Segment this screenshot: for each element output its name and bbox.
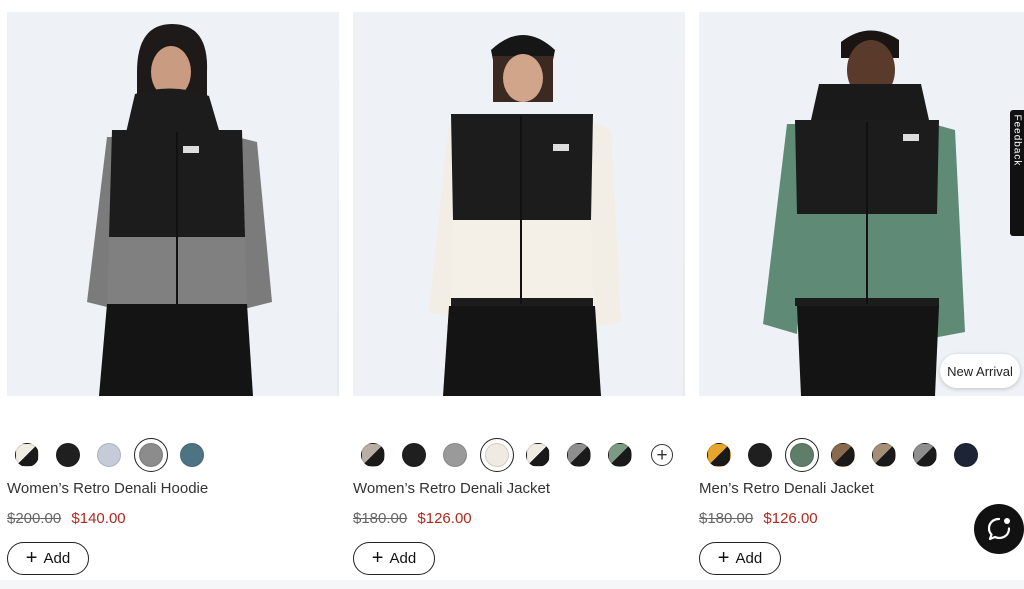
swatch-grey-black[interactable]	[913, 443, 937, 467]
feedback-label: Feedback	[1011, 114, 1023, 167]
price-group: $180.00 $126.00	[699, 510, 818, 527]
product-name[interactable]: Men’s Retro Denali Jacket	[699, 480, 874, 497]
product-photo-graphic	[699, 12, 1024, 396]
product-photo-graphic	[7, 12, 337, 396]
price-group: $200.00 $140.00	[7, 510, 126, 527]
add-button-label: Add	[735, 550, 763, 567]
plus-icon: +	[371, 546, 384, 569]
product-card-womens-jacket[interactable]: + Women’s Retro Denali Jacket $180.00 $1…	[353, 12, 685, 575]
swatch-black[interactable]	[56, 443, 80, 467]
swatch-medium-grey[interactable]	[443, 443, 467, 467]
sale-price: $126.00	[763, 510, 818, 527]
swatch-khaki-black[interactable]	[872, 443, 896, 467]
swatch-brown-black[interactable]	[831, 443, 855, 467]
product-card-womens-hoodie[interactable]: Women’s Retro Denali Hoodie $200.00 $140…	[7, 12, 339, 575]
add-button-label: Add	[43, 550, 71, 567]
swatch-black[interactable]	[748, 443, 772, 467]
swatch-taupe-black[interactable]	[361, 443, 385, 467]
add-to-cart-button[interactable]: + Add	[699, 542, 781, 575]
new-arrival-badge: New Arrival	[940, 354, 1020, 388]
add-to-cart-button[interactable]: + Add	[7, 542, 89, 575]
feedback-tab[interactable]: Feedback	[1010, 110, 1024, 236]
product-photo-graphic	[353, 12, 683, 396]
swatch-grey-black[interactable]	[567, 443, 591, 467]
page-bottom-edge	[0, 580, 1024, 589]
product-image[interactable]	[353, 12, 685, 396]
swatch-cream-black[interactable]	[526, 443, 550, 467]
swatch-navy[interactable]	[954, 443, 978, 467]
product-image[interactable]	[7, 12, 339, 396]
add-to-cart-button[interactable]: + Add	[353, 542, 435, 575]
original-price: $200.00	[7, 510, 62, 527]
price-group: $180.00 $126.00	[353, 510, 472, 527]
chat-icon	[987, 517, 1011, 541]
swatch-light-blue-grey[interactable]	[97, 443, 121, 467]
original-price: $180.00	[353, 510, 408, 527]
original-price: $180.00	[699, 510, 754, 527]
plus-icon: +	[717, 546, 730, 569]
swatch-teal-blue[interactable]	[180, 443, 204, 467]
add-more-colors-icon[interactable]: +	[651, 444, 673, 466]
product-image[interactable]	[699, 12, 1024, 396]
swatch-green[interactable]	[785, 438, 819, 472]
swatch-cream-white[interactable]	[480, 438, 514, 472]
product-name[interactable]: Women’s Retro Denali Jacket	[353, 480, 550, 497]
swatch-sage-black[interactable]	[608, 443, 632, 467]
swatch-cream-black[interactable]	[15, 443, 39, 467]
plus-icon: +	[25, 546, 38, 569]
swatch-black[interactable]	[402, 443, 426, 467]
product-name[interactable]: Women’s Retro Denali Hoodie	[7, 480, 208, 497]
swatch-medium-grey[interactable]	[134, 438, 168, 472]
chat-button[interactable]	[974, 504, 1024, 554]
sale-price: $140.00	[71, 510, 126, 527]
product-card-mens-jacket[interactable]: Men’s Retro Denali Jacket $180.00 $126.0…	[699, 12, 1024, 575]
product-grid: Women’s Retro Denali Hoodie $200.00 $140…	[0, 0, 1024, 589]
swatch-yellow-black[interactable]	[707, 443, 731, 467]
add-button-label: Add	[389, 550, 417, 567]
sale-price: $126.00	[417, 510, 472, 527]
